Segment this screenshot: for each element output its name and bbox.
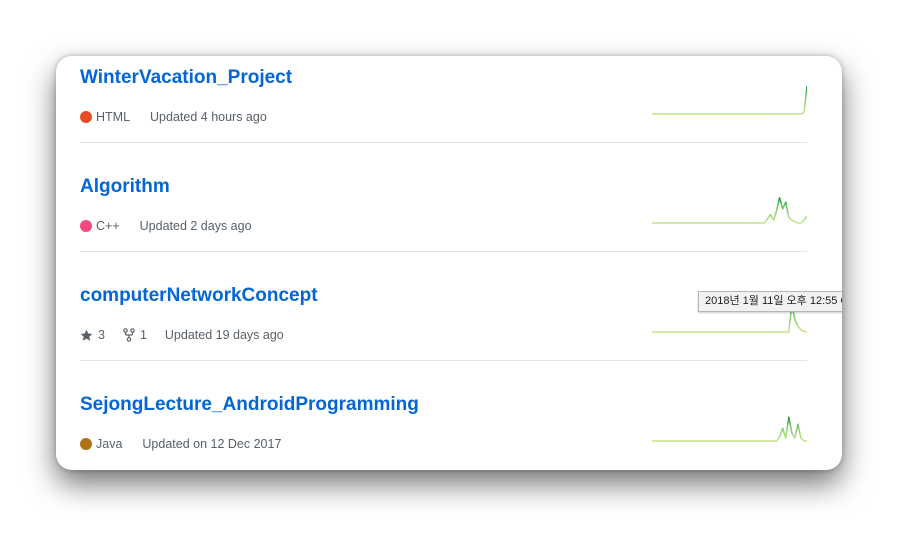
activity-sparkline[interactable] [652, 193, 807, 225]
repo-updated: Updated on 12 Dec 2017 [142, 437, 282, 451]
stars-count: 3 [98, 328, 105, 342]
star-icon [80, 329, 93, 341]
repo-item: Algorithm C++ Updated 2 days ago [80, 143, 807, 252]
sparkline-path [652, 416, 807, 442]
repo-language: C++ [96, 219, 120, 233]
repo-link[interactable]: SejongLecture_AndroidProgramming [80, 394, 419, 416]
language-color-dot [80, 111, 92, 123]
repo-meta: HTML Updated 4 hours ago [80, 108, 267, 126]
activity-sparkline[interactable] [652, 84, 807, 116]
repo-updated: Updated 19 days ago [164, 328, 284, 342]
repo-updated: Updated 2 days ago [139, 219, 252, 233]
repo-list-card: WinterVacation_Project HTML Updated 4 ho… [56, 56, 842, 470]
sparkline-path [652, 197, 807, 224]
repo-link[interactable]: computerNetworkConcept [80, 285, 318, 307]
repo-link[interactable]: Algorithm [80, 176, 170, 198]
forks-count: 1 [139, 328, 147, 342]
language-color-dot [80, 220, 92, 232]
stars-link[interactable]: 3 [80, 328, 105, 342]
fork-icon [123, 328, 135, 342]
sparkline-path [652, 85, 807, 115]
forks-link[interactable]: 1 [123, 328, 147, 342]
repo-link[interactable]: WinterVacation_Project [80, 67, 292, 89]
activity-sparkline[interactable] [652, 411, 807, 443]
repo-meta: Java Updated on 12 Dec 2017 [80, 435, 281, 453]
repo-item: SejongLecture_AndroidProgramming Java Up… [80, 361, 807, 470]
repo-updated: Updated 4 hours ago [150, 110, 267, 124]
repo-language: Java [96, 437, 123, 451]
repo-language: HTML [96, 110, 131, 124]
language-color-dot [80, 438, 92, 450]
repo-meta: 3 1 Updated 19 days ago [80, 326, 284, 344]
repo-item: WinterVacation_Project HTML Updated 4 ho… [80, 56, 807, 143]
repo-meta: C++ Updated 2 days ago [80, 217, 252, 235]
sparkline-tooltip: 2018년 1월 11일 오후 12:55 G [698, 291, 842, 312]
